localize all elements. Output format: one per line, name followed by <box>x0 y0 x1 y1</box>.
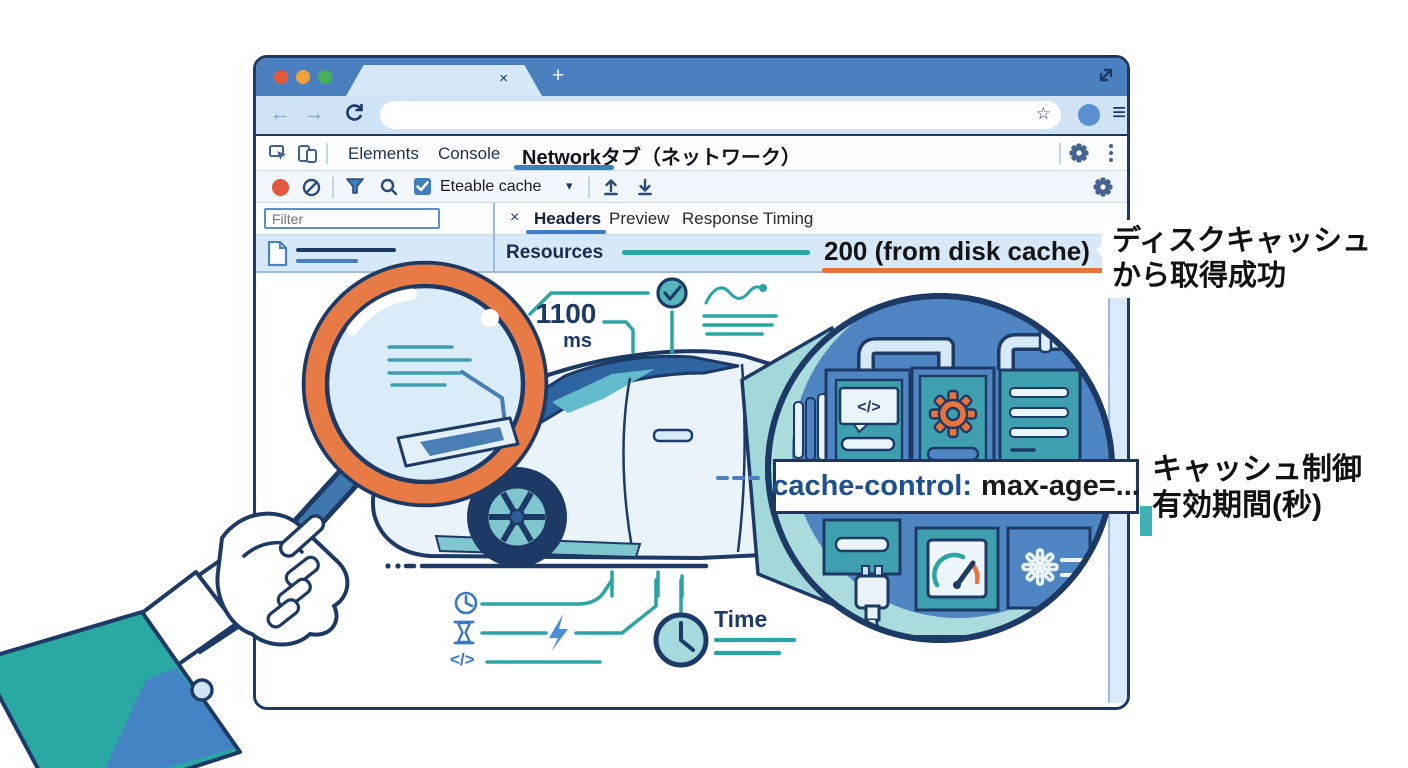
network-settings-gear-icon[interactable] <box>1093 177 1113 202</box>
forward-button[interactable]: → <box>304 103 324 126</box>
tab-elements[interactable]: Elements <box>348 144 419 164</box>
clear-icon[interactable] <box>302 178 321 202</box>
resources-line <box>622 250 810 255</box>
devtools-settings-gear-icon[interactable] <box>1069 143 1089 168</box>
divider <box>332 177 334 198</box>
tab-preview[interactable]: Preview <box>609 209 669 229</box>
traffic-light-yellow[interactable] <box>296 70 310 84</box>
divider <box>326 143 328 164</box>
cache-control-key: cache-control: <box>772 470 972 503</box>
tab-close-icon[interactable]: × <box>499 70 508 87</box>
filter-and-panel-tabs-row: × Headers Preview Response Timing <box>256 203 1127 235</box>
filter-funnel-icon[interactable] <box>346 178 364 201</box>
request-name-line <box>296 248 396 252</box>
cache-note-line2: 有効期間(秒) <box>1152 488 1362 524</box>
cache-note-annotation: キャッシュ制御 有効期間(秒) <box>1152 452 1362 524</box>
disk-cache-line1: ディスクキャッシュ <box>1112 224 1371 259</box>
code-icon: </> <box>450 650 475 670</box>
title-bar: × + <box>256 58 1127 96</box>
cache-note-line1: キャッシュ制御 <box>1152 452 1362 488</box>
resources-row[interactable]: Resources 200 (from disk cache) <box>256 235 1127 273</box>
network-controls-bar: Eteable cache ▾ <box>256 171 1127 203</box>
reload-button[interactable] <box>344 101 366 131</box>
more-options-icon[interactable] <box>1109 144 1113 162</box>
tab-headers[interactable]: Headers <box>534 209 601 229</box>
disk-cache-annotation: ディスクキャッシュ から取得成功 <box>1102 220 1381 298</box>
back-button[interactable]: ← <box>270 103 290 126</box>
dropdown-caret-icon[interactable]: ▾ <box>566 178 573 194</box>
profile-avatar[interactable] <box>1078 104 1100 126</box>
browser-window: × + ← → ☆ ≡ E <box>253 55 1130 710</box>
record-button[interactable] <box>272 179 289 196</box>
timing-unit: ms <box>534 330 598 353</box>
browser-tab[interactable]: × <box>346 65 542 96</box>
close-request-icon[interactable]: × <box>510 209 519 227</box>
inspect-element-icon[interactable] <box>268 144 288 169</box>
disable-cache-label: Eteable cache <box>440 178 541 196</box>
timing-value: 1100 <box>534 298 598 330</box>
active-tab-underline <box>514 165 614 170</box>
request-sub-line <box>296 259 358 263</box>
cache-control-value: max-age=... <box>981 470 1140 503</box>
bookmark-star-icon[interactable]: ☆ <box>1036 104 1051 124</box>
divider <box>588 177 590 198</box>
filter-input[interactable] <box>264 208 440 229</box>
time-label: Time <box>714 606 767 633</box>
traffic-light-green[interactable] <box>318 70 332 84</box>
disk-cache-line2: から取得成功 <box>1112 259 1371 294</box>
expand-window-icon[interactable] <box>1097 66 1115 89</box>
disable-cache-checkbox[interactable] <box>414 178 431 195</box>
arm-sleeve <box>0 548 276 768</box>
file-icon <box>268 241 288 272</box>
timing-annotation: 1100 ms <box>534 298 598 353</box>
tab-console[interactable]: Console <box>438 144 500 164</box>
devtools-tab-bar: Elements Console Networkタブ（ネットワーク） <box>256 136 1127 171</box>
new-tab-button[interactable]: + <box>552 64 564 88</box>
note-marker <box>1140 506 1152 536</box>
resources-label: Resources <box>506 242 603 264</box>
tab-timing[interactable]: Timing <box>763 209 813 229</box>
url-input[interactable]: ☆ <box>380 101 1061 129</box>
status-from-disk-cache: 200 (from disk cache) <box>824 236 1090 267</box>
traffic-light-red[interactable] <box>274 70 288 84</box>
search-icon[interactable] <box>380 178 398 201</box>
tab-response[interactable]: Response <box>682 209 759 229</box>
export-har-icon[interactable] <box>636 177 654 202</box>
device-toolbar-icon[interactable] <box>298 144 318 169</box>
browser-menu-icon[interactable]: ≡ <box>1112 99 1126 127</box>
divider <box>1059 143 1061 164</box>
import-har-icon[interactable] <box>602 177 620 202</box>
cache-control-header-box: cache-control: max-age=... <box>773 459 1139 514</box>
headers-underline <box>526 230 606 234</box>
illustration-canvas: × + ← → ☆ ≡ E <box>0 0 1408 768</box>
pane-divider <box>493 203 495 273</box>
address-bar: ← → ☆ ≡ <box>256 96 1127 136</box>
